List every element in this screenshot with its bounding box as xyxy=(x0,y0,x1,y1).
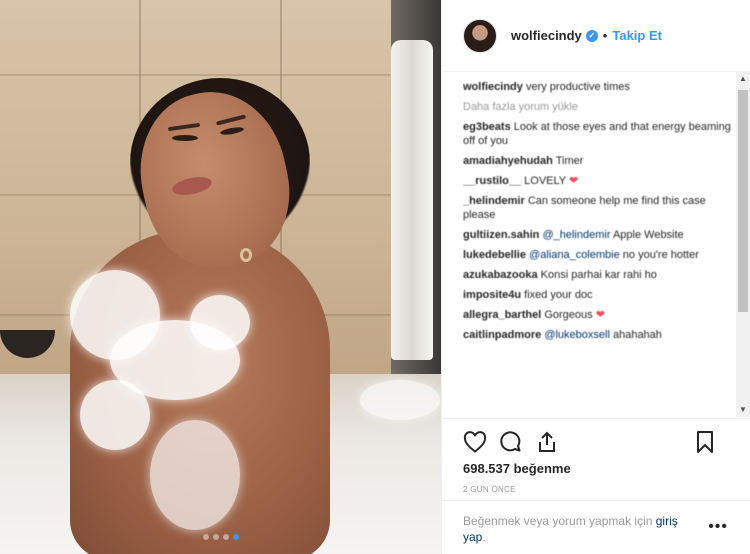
action-bar xyxy=(442,418,750,464)
comment-user[interactable]: __rustilo__ xyxy=(463,175,521,187)
comment-mention[interactable]: @lukeboxsell xyxy=(544,329,610,341)
comments-scrollbar[interactable]: ▲ ▼ xyxy=(736,72,750,417)
comment-list: wolfiecindy very productive times Daha f… xyxy=(463,80,733,415)
comment-user[interactable]: caitlinpadmore xyxy=(463,329,541,341)
comment-user[interactable]: eg3beats xyxy=(463,121,511,133)
carousel-dots xyxy=(0,534,441,540)
carousel-dot xyxy=(222,534,229,540)
separator: • xyxy=(602,28,608,43)
scroll-thumb[interactable] xyxy=(738,90,748,312)
scroll-up-arrow-icon[interactable]: ▲ xyxy=(736,72,750,86)
foam xyxy=(190,295,250,350)
post-date: 2 GÜN ÖNCE xyxy=(463,485,516,494)
post-photo[interactable] xyxy=(0,0,441,554)
foam xyxy=(150,420,240,530)
post-header: wolfiecindy ✓ • Takip Et xyxy=(442,0,750,72)
login-prompt-suffix: . xyxy=(482,530,486,544)
comment-text: LOVELY xyxy=(524,175,566,187)
post-sidebar: wolfiecindy ✓ • Takip Et wolfiecindy ver… xyxy=(441,0,750,554)
comment-mention[interactable]: @_helindemir xyxy=(542,229,610,241)
like-heart-icon[interactable] xyxy=(463,430,487,454)
login-prompt: Beğenmek veya yorum yapmak için giriş ya… xyxy=(442,500,750,554)
hanging-robe xyxy=(391,40,433,360)
comment: eg3beats Look at those eyes and that ene… xyxy=(463,120,733,148)
earring xyxy=(240,248,252,262)
more-options-icon[interactable]: ••• xyxy=(708,518,728,536)
comment-user[interactable]: lukedebellie xyxy=(463,249,526,261)
comment-mention[interactable]: @aliana_colembie xyxy=(529,249,620,261)
comment: caitlinpadmore @lukeboxsell ahahahah xyxy=(463,328,733,342)
comment-user[interactable]: gultiizen.sahin xyxy=(463,229,539,241)
comment-user[interactable]: azukabazooka xyxy=(463,269,538,281)
comment-text: Apple Website xyxy=(612,229,684,241)
comment-text: ahahahah xyxy=(612,329,662,341)
caption: wolfiecindy very productive times xyxy=(463,80,733,94)
follow-button[interactable]: Takip Et xyxy=(612,28,662,43)
comment-text: Timer xyxy=(555,155,584,167)
share-icon[interactable] xyxy=(535,430,559,454)
foam xyxy=(80,380,150,450)
comment: _helindemir Can someone help me find thi… xyxy=(463,194,733,222)
comment-user[interactable]: amadiahyehudah xyxy=(463,155,553,167)
carousel-dot xyxy=(212,534,219,540)
comment-user[interactable]: wolfiecindy xyxy=(463,81,523,93)
comment: __rustilo__ LOVELY ❤ xyxy=(463,174,733,188)
heart-icon: ❤ xyxy=(595,309,605,321)
comment: gultiizen.sahin @_helindemir Apple Websi… xyxy=(463,228,733,242)
like-count[interactable]: 698.537 beğenme xyxy=(463,461,571,476)
comment: amadiahyehudah Timer xyxy=(463,154,733,168)
heart-icon: ❤ xyxy=(569,175,579,187)
username[interactable]: wolfiecindy xyxy=(511,28,582,43)
bookmark-icon[interactable] xyxy=(693,430,717,454)
comment-user[interactable]: imposite4u xyxy=(463,289,521,301)
foam xyxy=(360,380,440,420)
carousel-dot-active xyxy=(232,534,239,540)
comment-text: no you're hotter xyxy=(622,249,699,261)
comment: allegra_barthel Gorgeous ❤ xyxy=(463,308,733,322)
comment-bubble-icon[interactable] xyxy=(499,430,523,454)
comment-user[interactable]: _helindemir xyxy=(463,195,525,207)
scroll-down-arrow-icon[interactable]: ▼ xyxy=(736,403,750,417)
comment-text: very productive times xyxy=(525,81,630,93)
comment-text: fixed your doc xyxy=(524,289,593,301)
login-prompt-text: Beğenmek veya yorum yapmak için xyxy=(463,514,656,528)
left-eye xyxy=(172,135,198,141)
comment: imposite4u fixed your doc xyxy=(463,288,733,302)
avatar[interactable] xyxy=(463,18,497,53)
comment-user[interactable]: allegra_barthel xyxy=(463,309,541,321)
comment-text: Gorgeous xyxy=(544,309,593,321)
verified-badge-icon: ✓ xyxy=(585,29,598,42)
comment: azukabazooka Konsi parhai kar rahi ho xyxy=(463,268,733,282)
comment-text: Konsi parhai kar rahi ho xyxy=(540,269,657,281)
load-more-comments[interactable]: Daha fazla yorum yükle xyxy=(463,100,733,114)
comment: lukedebellie @aliana_colembie no you're … xyxy=(463,248,733,262)
carousel-dot xyxy=(202,534,209,540)
